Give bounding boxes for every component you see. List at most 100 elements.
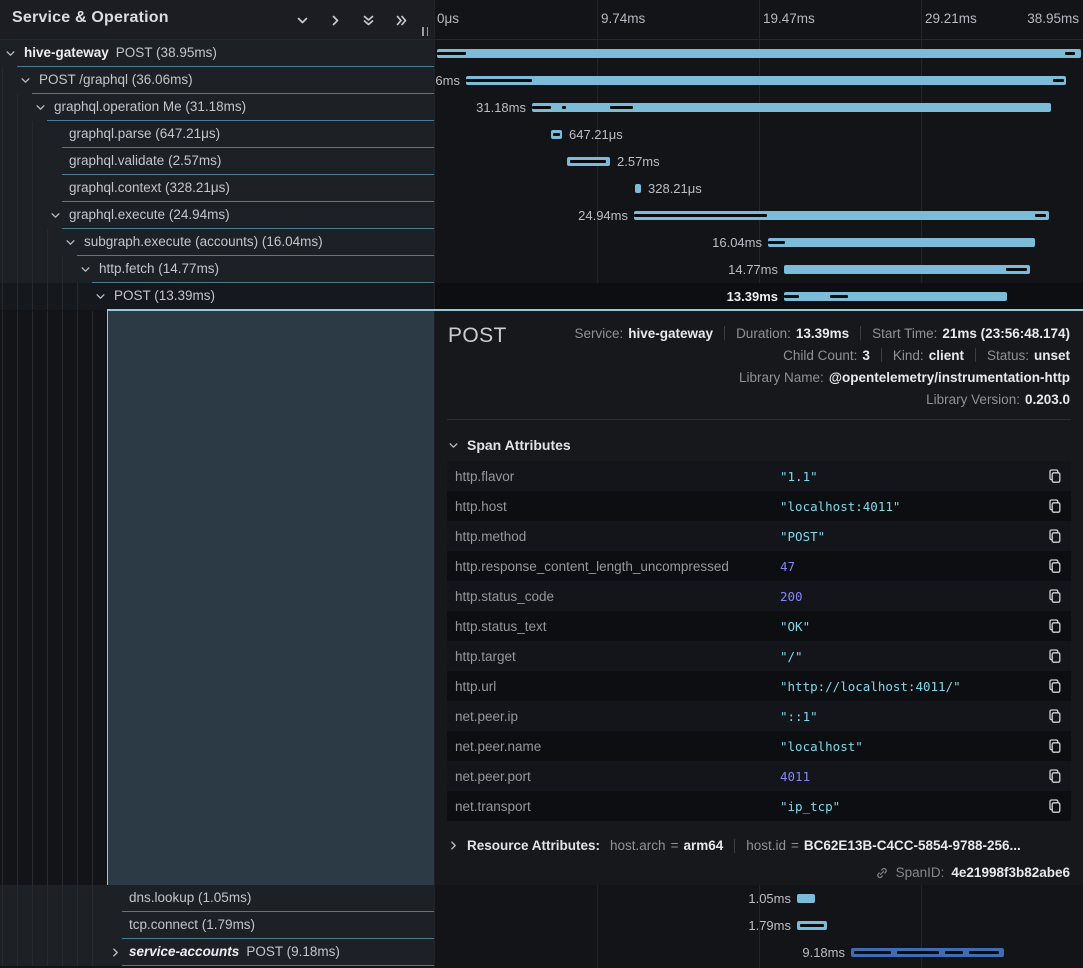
child-span-mark (945, 951, 963, 954)
tree-row[interactable]: graphql.execute (24.94ms) (0, 202, 434, 229)
span-bar[interactable] (851, 948, 1004, 957)
attribute-key: http.status_code (447, 589, 780, 604)
span-bar[interactable] (551, 130, 562, 139)
chevron-down-icon[interactable] (50, 210, 61, 221)
attribute-value: "OK" (780, 619, 810, 634)
attribute-row[interactable]: http.flavor"1.1" (447, 461, 1071, 491)
indent-guide-line (2, 311, 3, 885)
chevron-down-icon[interactable] (20, 75, 31, 86)
indent-guide-line (32, 202, 33, 229)
copy-icon[interactable] (1047, 648, 1063, 664)
chevron-down-icon[interactable] (35, 102, 46, 113)
span-bar[interactable] (768, 238, 1035, 247)
attribute-row[interactable]: net.peer.port4011 (447, 761, 1071, 791)
stat-label: Start Time: (872, 326, 937, 341)
copy-icon[interactable] (1047, 558, 1063, 574)
timeline-row[interactable]: 647.21μs (435, 121, 1083, 148)
timeline-row[interactable]: 328.21μs (435, 175, 1083, 202)
span-bar[interactable] (437, 49, 1081, 58)
child-span-mark (784, 295, 799, 298)
child-span-mark (1053, 79, 1064, 82)
resource-key: host.arch (610, 838, 666, 853)
attribute-row[interactable]: http.status_code200 (447, 581, 1071, 611)
chevron-down-icon[interactable] (5, 48, 16, 59)
timeline-row[interactable]: 2.57ms (435, 148, 1083, 175)
chevron-down-icon[interactable] (95, 291, 106, 302)
tree-row[interactable]: graphql.validate (2.57ms) (0, 148, 434, 175)
stat-value: unset (1034, 348, 1070, 363)
copy-icon[interactable] (1047, 708, 1063, 724)
tree-row[interactable]: graphql.parse (647.21μs) (0, 121, 434, 148)
timeline-row[interactable]: 24.94ms (435, 202, 1083, 229)
copy-icon[interactable] (1047, 678, 1063, 694)
collapse-all-icon[interactable] (362, 14, 375, 27)
timeline-row[interactable] (435, 40, 1083, 67)
span-bar[interactable] (797, 894, 815, 903)
attribute-row[interactable]: http.host"localhost:4011" (447, 491, 1071, 521)
span-bar[interactable] (466, 76, 1066, 85)
collapse-one-icon[interactable] (296, 14, 309, 27)
indent-guide-line (32, 885, 33, 912)
copy-icon[interactable] (1047, 468, 1063, 484)
attribute-row[interactable]: http.status_text"OK" (447, 611, 1071, 641)
chevron-down-icon[interactable] (65, 237, 76, 248)
copy-icon[interactable] (1047, 738, 1063, 754)
timeline-row[interactable]: 31.18ms (435, 94, 1083, 121)
attribute-row[interactable]: net.transport"ip_tcp" (447, 791, 1071, 821)
copy-icon[interactable] (1047, 768, 1063, 784)
expand-all-icon[interactable] (395, 14, 408, 27)
timeline-row[interactable]: 14.77ms (435, 256, 1083, 283)
tree-row[interactable]: subgraph.execute (accounts) (16.04ms) (0, 229, 434, 256)
attribute-row[interactable]: http.response_content_length_uncompresse… (447, 551, 1071, 581)
span-tree-panel: Service & Operation hive-gatewayPOST (38… (0, 0, 434, 968)
tree-row[interactable]: POST (13.39ms) (0, 283, 434, 310)
copy-icon[interactable] (1047, 588, 1063, 604)
indent-guide-line (2, 939, 3, 966)
indent-guide-line (32, 311, 33, 885)
span-bar[interactable] (567, 157, 610, 166)
attribute-row[interactable]: http.target"/" (447, 641, 1071, 671)
copy-icon[interactable] (1047, 528, 1063, 544)
tree-row[interactable]: tcp.connect (1.79ms) (0, 912, 434, 939)
copy-icon[interactable] (1047, 498, 1063, 514)
span-bar[interactable] (634, 211, 1049, 220)
tree-row[interactable]: service-accountsPOST (9.18ms) (0, 939, 434, 966)
attribute-row[interactable]: http.url"http://localhost:4011/" (447, 671, 1071, 701)
copy-icon[interactable] (1047, 798, 1063, 814)
timeline-row[interactable]: 9.18ms (435, 939, 1083, 966)
span-bar[interactable] (784, 265, 1030, 274)
expand-one-icon[interactable] (329, 14, 342, 27)
stat-value: hive-gateway (628, 326, 713, 341)
tree-row[interactable]: graphql.context (328.21μs) (0, 175, 434, 202)
copy-icon[interactable] (1047, 618, 1063, 634)
chevron-right-icon[interactable] (110, 947, 121, 958)
chevron-down-icon[interactable] (80, 264, 91, 275)
stat-separator (860, 326, 861, 340)
span-bar[interactable] (532, 103, 1051, 112)
attribute-key: http.response_content_length_uncompresse… (447, 559, 780, 574)
attribute-row[interactable]: net.peer.name"localhost" (447, 731, 1071, 761)
timeline-row[interactable]: 13.39ms (435, 283, 1083, 310)
stat-label: Service: (574, 326, 623, 341)
timeline-row[interactable]: 1.79ms (435, 912, 1083, 939)
column-resizer-handle[interactable] (422, 27, 428, 36)
attribute-row[interactable]: net.peer.ip"::1" (447, 701, 1071, 731)
span-bar[interactable] (797, 921, 827, 930)
timeline-row[interactable]: 16.04ms (435, 229, 1083, 256)
tree-row[interactable]: dns.lookup (1.05ms) (0, 885, 434, 912)
span-attributes-section-header[interactable]: Span Attributes (448, 435, 571, 455)
resource-attributes-row[interactable]: Resource Attributes: host.arch=arm64host… (448, 838, 1021, 853)
tree-row[interactable]: hive-gatewayPOST (38.95ms) (0, 40, 434, 67)
tree-row[interactable]: http.fetch (14.77ms) (0, 256, 434, 283)
timeline-row[interactable]: 36.06ms (435, 67, 1083, 94)
timeline-row[interactable]: 1.05ms (435, 885, 1083, 912)
span-bar[interactable] (784, 292, 1007, 301)
span-duration-label: 328.21μs (648, 175, 702, 202)
child-span-mark (553, 133, 560, 136)
link-icon[interactable] (875, 866, 889, 880)
row-border (122, 965, 434, 966)
tree-row[interactable]: POST /graphql (36.06ms) (0, 67, 434, 94)
tree-row[interactable]: graphql.operation Me (31.18ms) (0, 94, 434, 121)
attribute-row[interactable]: http.method"POST" (447, 521, 1071, 551)
span-bar[interactable] (635, 184, 641, 193)
